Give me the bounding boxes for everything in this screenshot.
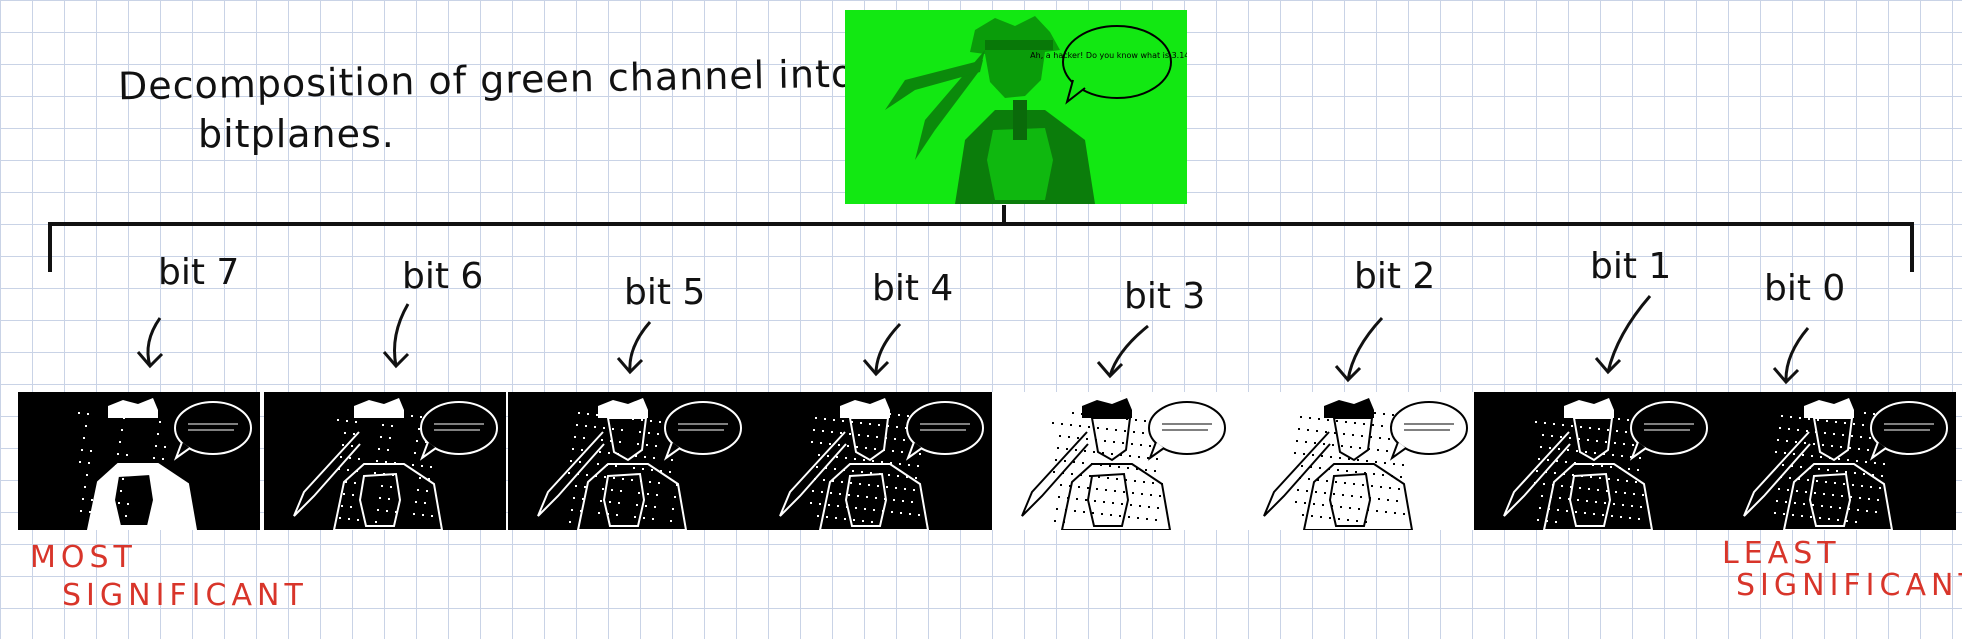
least-significant-label-1: LEAST	[1722, 536, 1841, 571]
most-significant-label-2: SIGNIFICANT	[62, 578, 308, 613]
bitplane-image	[1234, 392, 1476, 530]
bitplane-arrow	[1784, 327, 1810, 383]
arrow-head	[136, 351, 164, 369]
bitplane-arrows	[136, 295, 1810, 385]
bitplane-arrow	[628, 321, 652, 373]
bitplane-arrow	[874, 322, 902, 375]
bitplane-image	[264, 392, 506, 530]
bitplane-image	[18, 392, 260, 530]
bitplane-image	[1474, 392, 1716, 530]
bitplane-image	[750, 392, 992, 530]
most-significant-label-1: MOST	[30, 540, 137, 575]
arrow-head	[1096, 361, 1124, 379]
bitplane-image	[508, 392, 750, 530]
bitplane-arrow	[1606, 295, 1652, 373]
bitplane-arrow	[1346, 316, 1384, 381]
bitplane-image	[1714, 392, 1956, 530]
least-significant-label-2: SIGNIFICANT	[1736, 568, 1962, 603]
arrow-head	[1594, 357, 1622, 375]
bitplane-image	[992, 392, 1234, 530]
